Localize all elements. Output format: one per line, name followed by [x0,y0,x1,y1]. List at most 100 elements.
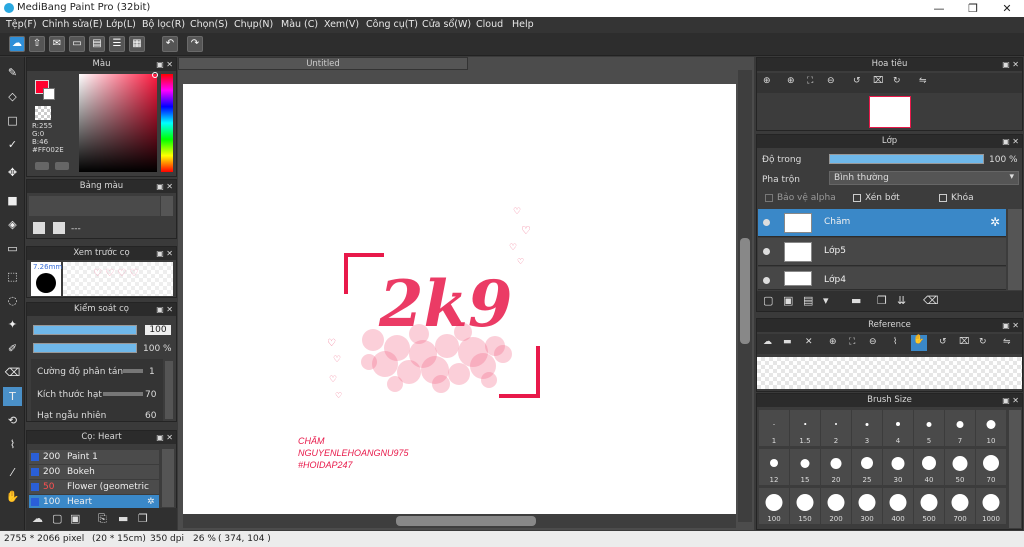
eyedropper-icon[interactable]: ⌇ [893,337,897,347]
navigator-thumbnail[interactable] [869,96,911,128]
gradient-tool-icon[interactable]: ▭ [3,239,22,258]
duplicate-icon[interactable]: ❐ [138,512,148,525]
comment-icon[interactable]: ✉ [49,36,65,52]
layer-item-lop4[interactable]: Lớp4 [758,267,1006,290]
param-slider[interactable] [103,392,143,396]
folder-icon[interactable]: ▬ [118,512,128,525]
brush-size-option[interactable]: 2 [821,410,851,446]
open-folder-icon[interactable]: ▬ [783,337,792,347]
delete-layer-icon[interactable]: ⌫ [923,294,939,307]
lasso-icon[interactable]: ◌ [3,291,22,310]
brush-size-option[interactable]: 100 [759,488,789,524]
menu-cloud[interactable]: Cloud [476,19,503,30]
reference-view[interactable] [757,357,1022,389]
pen-tool-icon[interactable]: ✓ [3,135,22,154]
menu-layer[interactable]: Lớp(L) [106,19,136,30]
list-icon[interactable]: ☰ [109,36,125,52]
zoom-in-icon[interactable]: ⊕ [787,76,795,86]
rotate-right-icon[interactable]: ↻ [893,76,901,86]
add-layer-menu-icon[interactable]: ▾ [823,294,829,307]
panel-close-icon[interactable]: ▣ ✕ [156,431,173,444]
layer-item-lop5[interactable]: Lớp5 [758,238,1006,266]
brush-size-option[interactable]: 30 [883,449,913,485]
eraser-tool-icon[interactable]: ◇ [3,87,22,106]
brush-size-slider[interactable] [33,325,137,335]
brush-size-option[interactable]: 12 [759,449,789,485]
brush-size-option[interactable]: 1 [759,410,789,446]
flip-icon[interactable]: ⇋ [919,76,927,86]
brush-size-option[interactable]: 400 [883,488,913,524]
eye-icon[interactable] [763,219,770,226]
menu-color[interactable]: Màu (C) [281,19,318,30]
brush-size-option[interactable]: 1.5 [790,410,820,446]
document-icon[interactable]: ▤ [89,36,105,52]
brush-size-option[interactable]: 1000 [976,488,1006,524]
cloud-icon[interactable]: ☁ [9,36,25,52]
eyedropper-tool-icon[interactable]: ⌇ [3,435,22,454]
document-tab[interactable]: Untitled [178,57,468,70]
rotate-left-icon[interactable]: ↺ [853,76,861,86]
gear-icon[interactable]: ✲ [990,215,1000,229]
fill-rect-tool-icon[interactable]: ■ [3,191,22,210]
brush-size-value[interactable]: 100 [145,325,171,335]
close-reference-icon[interactable]: ✕ [805,337,813,347]
palette-scrollbar[interactable] [161,196,173,216]
alpha-protect-checkbox[interactable] [765,194,773,202]
gear-icon[interactable]: ✲ [147,495,155,509]
menu-capture[interactable]: Chụp(N) [234,19,273,30]
close-button[interactable]: ✕ [990,0,1024,17]
brush-size-option[interactable]: 20 [821,449,851,485]
rotate-left-icon[interactable]: ↺ [939,337,947,347]
brush-size-option[interactable]: 300 [852,488,882,524]
brush-tool-icon[interactable]: ✎ [3,63,22,82]
hand-icon[interactable]: ✋ [911,335,927,351]
new-8bit-layer-icon[interactable]: ▤ [803,294,813,307]
transparent-swatch[interactable] [35,106,51,120]
panel-close-icon[interactable]: ▣ ✕ [156,180,173,193]
hue-slider[interactable] [161,74,173,172]
brush-size-option[interactable]: 10 [976,410,1006,446]
color-swap-button[interactable] [55,162,69,170]
divide-tool-icon[interactable]: ⟲ [3,411,22,430]
minimize-button[interactable]: — [922,0,956,17]
canvas-horizontal-thumb[interactable] [396,516,536,526]
brush-size-option[interactable]: 4 [883,410,913,446]
brush-size-option[interactable]: 70 [976,449,1006,485]
params-scrollbar[interactable] [165,361,173,419]
new-layer-icon[interactable]: ▢ [763,294,773,307]
brush-size-option[interactable]: 5 [914,410,944,446]
brush-size-option[interactable]: 700 [945,488,975,524]
chat-icon[interactable]: ▭ [69,36,85,52]
panel-close-icon[interactable]: ▣ ✕ [1002,394,1019,407]
move-tool-icon[interactable]: ✥ [3,163,22,182]
reset-icon[interactable]: ⌧ [959,337,969,347]
fit-icon[interactable]: ⛶ [849,337,855,347]
cloud-icon[interactable]: ☁ [763,337,772,347]
eye-icon[interactable] [763,277,770,284]
brush-size-option[interactable]: 25 [852,449,882,485]
layer-folder-icon[interactable]: ▬ [851,294,861,307]
flip-icon[interactable]: ⇋ [1003,337,1011,347]
grid-icon[interactable]: ▦ [129,36,145,52]
rotate-right-icon[interactable]: ↻ [979,337,987,347]
add-brush-icon[interactable]: ▣ [70,512,80,525]
zoom-fit-icon[interactable]: ⊕ [763,76,771,86]
brush-item-flower[interactable]: 50Flower (geometric pat [29,480,159,506]
brush-size-option[interactable]: 40 [914,449,944,485]
lock-checkbox[interactable] [939,194,947,202]
zoom-out-icon[interactable]: ⊖ [869,337,877,347]
fit-screen-icon[interactable]: ⛶ [807,76,813,86]
zoom-out-icon[interactable]: ⊖ [827,76,835,86]
eye-icon[interactable] [763,248,770,255]
reset-icon[interactable]: ⌧ [873,76,883,86]
brush-list-scrollbar[interactable] [162,449,174,507]
brush-item-heart[interactable]: 100 Heart ✲ [29,495,159,509]
layer-opacity-slider[interactable] [829,154,984,164]
cloud-brush-icon[interactable]: ☁ [32,512,43,525]
menu-filter[interactable]: Bộ lọc(R) [142,19,185,30]
clip-checkbox[interactable] [853,194,861,202]
brush-size-option[interactable]: 15 [790,449,820,485]
menu-file[interactable]: Tệp(F) [6,19,37,30]
menu-help[interactable]: Help [512,19,534,30]
bucket-tool-icon[interactable]: ◈ [3,215,22,234]
